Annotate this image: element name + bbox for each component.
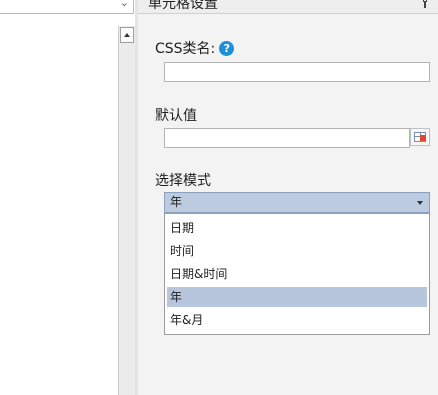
cell-settings-panel: 单元格设置 CSS类名:? 默认值 选择模式 年 日期 时间 日期&时间 年 年… <box>138 0 438 395</box>
css-class-input[interactable] <box>164 62 430 82</box>
chevron-down-icon[interactable]: ⌄ <box>120 0 129 8</box>
left-vertical-scrollbar[interactable] <box>118 26 135 395</box>
option-datetime[interactable]: 日期&时间 <box>167 264 427 284</box>
left-list-area[interactable] <box>0 26 118 395</box>
css-class-label: CSS类名: <box>155 41 216 57</box>
option-year[interactable]: 年 <box>167 287 427 307</box>
css-class-label-row: CSS类名:? <box>155 38 235 58</box>
option-year-month[interactable]: 年&月 <box>167 310 427 330</box>
select-mode-dropdown[interactable]: 年 <box>164 192 430 213</box>
left-pane: ⌄ <box>0 0 138 395</box>
select-mode-label: 选择模式 <box>155 173 211 189</box>
date-picker-mark <box>420 135 426 141</box>
select-mode-options: 日期 时间 日期&时间 年 年&月 <box>164 213 430 335</box>
panel-title: 单元格设置 <box>148 0 218 12</box>
panel-header: 单元格设置 <box>138 0 438 14</box>
option-time[interactable]: 时间 <box>167 241 427 261</box>
default-value-input[interactable] <box>164 128 410 148</box>
chevron-down-icon[interactable] <box>417 201 423 205</box>
left-combo-box[interactable]: ⌄ <box>0 0 134 14</box>
scroll-up-arrow-icon[interactable] <box>120 27 134 43</box>
date-picker-button[interactable] <box>410 128 430 146</box>
pin-icon[interactable] <box>420 0 430 8</box>
option-date[interactable]: 日期 <box>167 218 427 238</box>
help-icon[interactable]: ? <box>219 41 235 56</box>
default-value-label: 默认值 <box>155 108 197 124</box>
select-mode-value: 年 <box>170 195 183 209</box>
